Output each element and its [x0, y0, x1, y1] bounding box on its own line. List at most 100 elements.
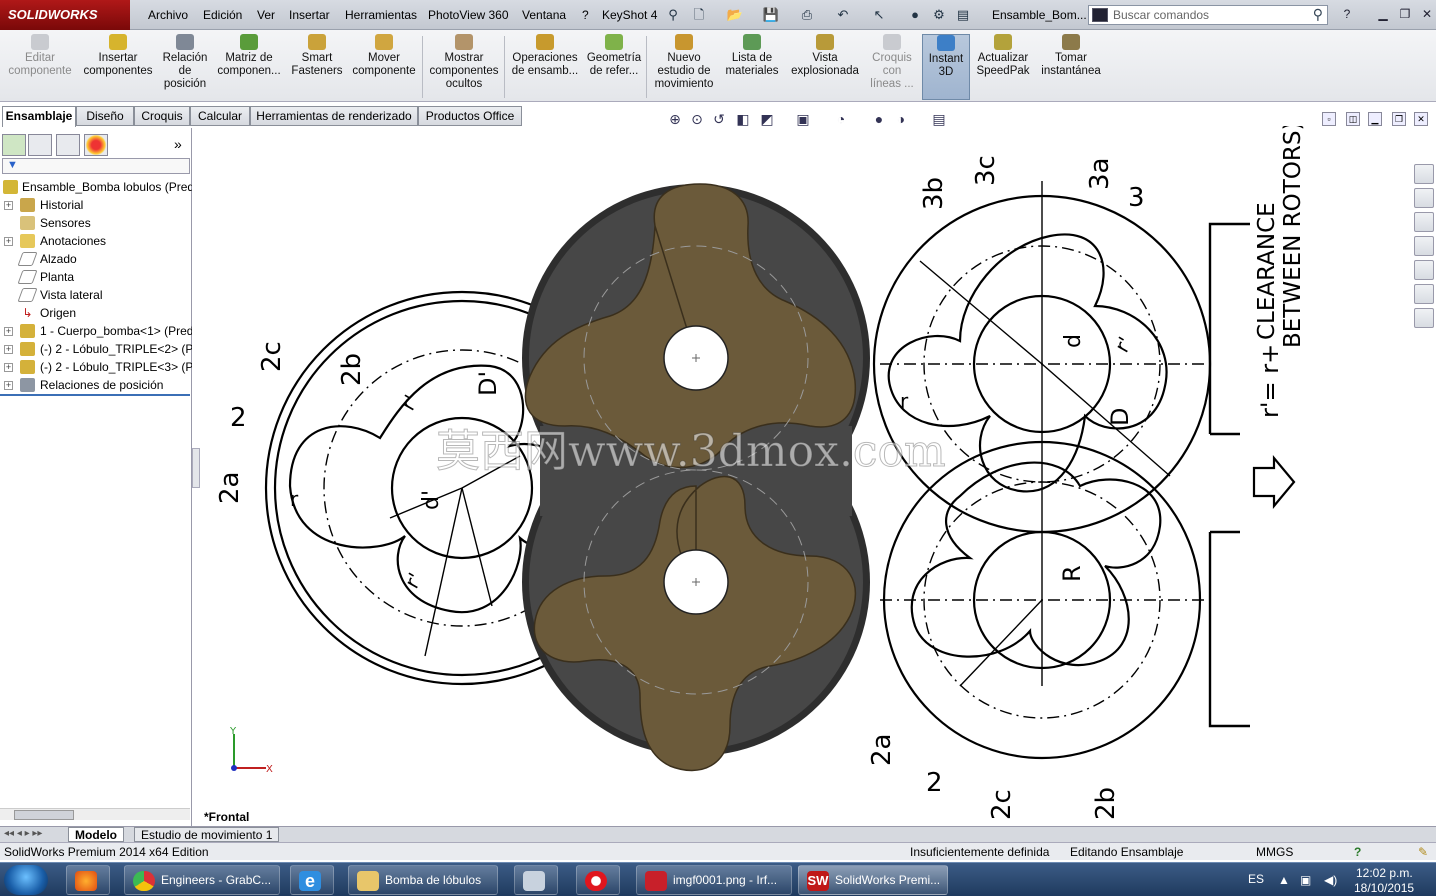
cmd-instant-3d[interactable]: Instant 3D [922, 34, 970, 100]
chrome-taskbar-button[interactable]: Engineers - GrabC... [124, 865, 280, 895]
windows-start-icon[interactable] [4, 865, 48, 895]
expand-icon[interactable]: + [4, 327, 13, 336]
menu-herramientas[interactable]: Herramientas [345, 8, 417, 22]
cmd-matriz-componentes[interactable]: Matriz de componen... [214, 34, 284, 100]
expand-icon[interactable]: + [4, 201, 13, 210]
expand-panel-icon[interactable]: » [174, 136, 182, 152]
menu-archivo[interactable]: Archivo [148, 8, 188, 22]
clock-date[interactable]: 18/10/2015 [1354, 881, 1414, 895]
cmd-operaciones-ensamblaje[interactable]: Operaciones de ensamb... [508, 34, 582, 100]
select-pointer-icon[interactable]: ↖ [870, 6, 888, 24]
menu-keyshot[interactable]: KeyShot 4 [602, 8, 657, 22]
calculator-taskbar-button[interactable] [514, 865, 558, 895]
panel-collapse-handle[interactable] [192, 448, 200, 488]
solidworks-taskbar-button[interactable]: SW SolidWorks Premi... [798, 865, 948, 895]
traffic-light-icon[interactable]: ● [906, 6, 924, 24]
tree-item-historial[interactable]: + Historial [0, 196, 192, 214]
display-manager-tab-icon[interactable] [84, 134, 108, 156]
pin-icon[interactable]: ⚲ [664, 6, 682, 24]
scrollbar-thumb[interactable] [14, 810, 74, 820]
panel-horizontal-scrollbar[interactable] [0, 808, 190, 820]
open-folder-icon[interactable]: 📂 [726, 6, 744, 24]
feature-manager-tab-icon[interactable] [2, 134, 26, 156]
cmd-editar-componente[interactable]: Editar componente [4, 34, 76, 100]
new-document-icon[interactable]: 🗋 [690, 6, 708, 24]
cmd-actualizar-speedpak[interactable]: Actualizar SpeedPak [972, 34, 1034, 100]
network-icon[interactable]: ▣ [1300, 873, 1311, 887]
show-hidden-icons-icon[interactable]: ▲ [1278, 873, 1290, 887]
restore-icon[interactable]: ❐ [1396, 6, 1414, 22]
cmd-geometria-referencia[interactable]: Geometría de refer... [584, 34, 644, 100]
menu-edicion[interactable]: Edición [203, 8, 242, 22]
cmd-croquis-lineas[interactable]: Croquis con líneas ... [866, 34, 918, 100]
cmd-tomar-instantanea[interactable]: Tomar instantánea [1036, 34, 1106, 100]
expand-icon[interactable]: + [4, 345, 13, 354]
tree-item-anotaciones[interactable]: + Anotaciones [0, 232, 192, 250]
firefox-taskbar-button[interactable] [66, 865, 110, 895]
irfanview-taskbar-button[interactable]: imgf0001.png - Irf... [636, 865, 792, 895]
explorer-taskbar-button[interactable]: Bomba de lóbulos [348, 865, 498, 895]
cmd-mostrar-ocultos[interactable]: Mostrar componentes ocultos [426, 34, 502, 100]
design-library-icon[interactable] [1414, 212, 1434, 232]
menu-help[interactable]: ? [582, 8, 589, 22]
expand-icon[interactable]: + [4, 381, 13, 390]
tree-root-assembly[interactable]: Ensamble_Bomba lobulos (Pred [0, 178, 192, 196]
configuration-manager-tab-icon[interactable] [56, 134, 80, 156]
status-rebuild-icon[interactable]: ✎ [1418, 843, 1428, 861]
tree-item-alzado[interactable]: Alzado [0, 250, 192, 268]
doc-close-icon[interactable]: ✕ [1414, 112, 1428, 126]
tree-item-relaciones[interactable]: + Relaciones de posición [0, 376, 192, 394]
expand-icon[interactable]: + [4, 363, 13, 372]
appearances-icon[interactable] [1414, 284, 1434, 304]
tab-productos-office[interactable]: Productos Office [418, 106, 522, 126]
filter-input[interactable]: ▼ [2, 158, 190, 174]
tab-ensamblaje[interactable]: Ensamblaje [2, 106, 76, 127]
properties-icon[interactable]: ▤ [954, 6, 972, 24]
tab-calcular[interactable]: Calcular [190, 106, 250, 126]
menu-insertar[interactable]: Insertar [289, 8, 330, 22]
cmd-smart-fasteners[interactable]: Smart Fasteners [288, 34, 346, 100]
cmd-vista-explosionada[interactable]: Vista explosionada [786, 34, 864, 100]
menu-photoview[interactable]: PhotoView 360 [428, 8, 509, 22]
ie-taskbar-button[interactable]: e [290, 865, 334, 895]
cmd-relacion-posicion[interactable]: Relación de posición [158, 34, 212, 100]
property-manager-tab-icon[interactable] [28, 134, 52, 156]
menu-ventana[interactable]: Ventana [522, 8, 566, 22]
opera-taskbar-button[interactable] [576, 865, 620, 895]
cmd-lista-materiales[interactable]: Lista de materiales [722, 34, 782, 100]
tree-item-lobulo-2[interactable]: + (-) 2 - Lóbulo_TRIPLE<2> (Pr [0, 340, 192, 358]
undo-icon[interactable]: ↶ [834, 6, 852, 24]
tree-item-vista-lateral[interactable]: Vista lateral [0, 286, 192, 304]
close-icon[interactable]: ✕ [1418, 6, 1436, 22]
help-icon[interactable]: ? [1338, 6, 1356, 22]
cmd-mover-componente[interactable]: Mover componente [348, 34, 420, 100]
status-units[interactable]: MMGS [1256, 843, 1293, 861]
tree-item-cuerpo-bomba[interactable]: + 1 - Cuerpo_bomba<1> (Pred [0, 322, 192, 340]
options-icon[interactable]: ⚙ [930, 6, 948, 24]
print-icon[interactable]: ⎙ [798, 6, 816, 24]
minimize-icon[interactable]: ▁ [1374, 6, 1392, 22]
search-icon[interactable]: ⚲ [1313, 6, 1323, 23]
tab-modelo[interactable]: Modelo [68, 827, 124, 842]
cmd-insertar-componentes[interactable]: Insertar componentes [80, 34, 156, 100]
tree-item-lobulo-3[interactable]: + (-) 2 - Lóbulo_TRIPLE<3> (Pr [0, 358, 192, 376]
viewport-split-icon[interactable]: ▫ [1322, 112, 1336, 126]
tab-croquis[interactable]: Croquis [134, 106, 190, 126]
doc-restore-icon[interactable]: ❐ [1392, 112, 1406, 126]
home-icon[interactable] [1414, 188, 1434, 208]
solidworks-resources-icon[interactable] [1414, 164, 1434, 184]
menu-ver[interactable]: Ver [257, 8, 275, 22]
viewport-tile-icon[interactable]: ◫ [1346, 112, 1360, 126]
tab-scroll-arrows-icon[interactable]: ◂◂ ◂ ▸ ▸▸ [4, 828, 42, 839]
tab-diseno[interactable]: Diseño [76, 106, 134, 126]
tree-item-sensores[interactable]: Sensores [0, 214, 192, 232]
save-icon[interactable]: 💾 [762, 6, 780, 24]
expand-icon[interactable]: + [4, 237, 13, 246]
tree-item-planta[interactable]: Planta [0, 268, 192, 286]
clock-time[interactable]: 12:02 p.m. [1356, 866, 1413, 880]
graphics-area[interactable]: 2 2a 2b 2c r r' r' d' D' 3 3a 3b 3c d r'… [200, 126, 1338, 826]
tab-estudio-movimiento[interactable]: Estudio de movimiento 1 [134, 827, 280, 842]
view-palette-icon[interactable] [1414, 260, 1434, 280]
custom-properties-icon[interactable] [1414, 308, 1434, 328]
status-help-icon[interactable]: ? [1354, 843, 1361, 861]
